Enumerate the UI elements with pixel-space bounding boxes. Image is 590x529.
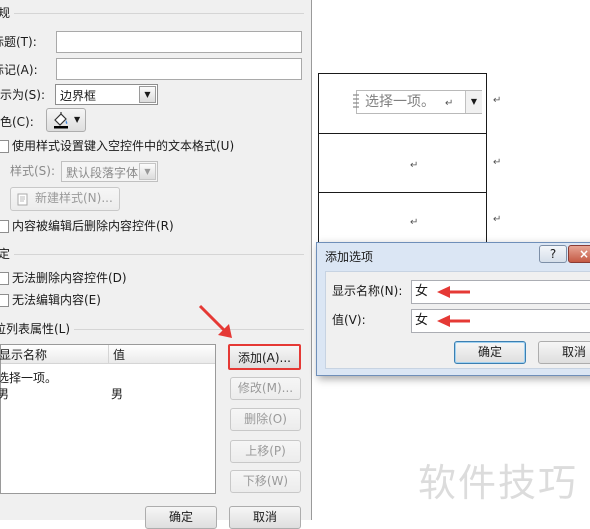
dropdown-chevron-down-icon[interactable]: ▼ [465, 91, 482, 113]
paragraph-mark: ↵ [410, 217, 419, 228]
style-dropdown[interactable]: 默认段落字体 ▼ [61, 161, 158, 182]
new-style-button[interactable]: 新建样式(N)... [10, 187, 120, 211]
style-value: 默认段落字体 [66, 166, 139, 180]
dropdown-list-box[interactable]: 显示名称 值 选择一项。 男 男 [0, 344, 216, 494]
color-label: 颜色(C): [0, 115, 34, 129]
paragraph-mark: ↵ [493, 157, 502, 168]
move-down-button[interactable]: 下移(W) [230, 470, 301, 493]
ok-button[interactable]: 确定 [145, 506, 217, 529]
general-section-heading: 规 [0, 6, 11, 20]
display-name-label: 显示名称(N): [332, 284, 403, 298]
title-label: 标题(T): [0, 35, 37, 49]
title-input[interactable] [56, 31, 302, 53]
list-section-heading: 拉列表属性(L) [0, 322, 71, 336]
no-edit-checkbox[interactable] [0, 294, 9, 307]
color-picker-button[interactable]: ▼ [46, 108, 86, 132]
new-style-icon [17, 193, 28, 206]
list-header-value: 值 [113, 348, 126, 362]
table-border-right [486, 73, 487, 248]
paragraph-mark: ↵ [445, 98, 454, 109]
pointer-arrow-icon [437, 286, 470, 298]
list-item-name: 男 [0, 387, 10, 401]
pointer-arrow-icon [198, 304, 232, 338]
add-option-dialog: 添加选项 ? × 显示名称(N): 女 值(V): 女 确定 取消 [316, 242, 590, 376]
add-option-cancel-button[interactable]: 取消 [538, 341, 590, 364]
delete-button[interactable]: 删除(O) [230, 408, 301, 431]
remove-after-edit-checkbox[interactable] [0, 220, 9, 233]
table-border-row1 [318, 133, 486, 134]
lock-section-divider [14, 254, 304, 255]
paint-bucket-icon [54, 112, 68, 129]
table-border-row2 [318, 192, 486, 193]
general-section-divider [14, 13, 304, 14]
dropdown-content-control[interactable]: 选择一项。 ↵ ▼ [353, 90, 482, 114]
no-edit-label: 无法编辑内容(E) [12, 293, 101, 307]
tag-label: 标记(A): [0, 63, 38, 77]
help-button[interactable]: ? [539, 245, 567, 263]
new-style-label: 新建样式(N)... [35, 191, 113, 205]
show-as-label: 显示为(S): [0, 88, 46, 102]
use-style-checkbox[interactable] [0, 140, 9, 153]
close-button[interactable]: × [568, 245, 590, 263]
show-as-value: 边界框 [60, 89, 97, 103]
content-control-properties-dialog: 规 标题(T): 标记(A): 显示为(S): 边界框 ▼ 颜色(C): ▼ 使… [0, 0, 312, 529]
watermark: 软件技巧 [418, 461, 579, 505]
control-handle[interactable] [353, 94, 359, 110]
add-button[interactable]: 添加(A)... [228, 344, 301, 370]
remove-after-edit-label: 内容被编辑后删除内容控件(R) [12, 219, 174, 233]
show-as-dropdown[interactable]: 边界框 ▼ [55, 84, 158, 105]
chevron-down-icon: ▼ [139, 86, 156, 103]
no-delete-label: 无法删除内容控件(D) [12, 271, 127, 285]
pointer-arrow-icon [437, 315, 470, 327]
dropdown-placeholder: 选择一项。 [365, 94, 435, 110]
move-up-button[interactable]: 上移(P) [230, 440, 301, 463]
modify-button[interactable]: 修改(M)... [230, 377, 301, 400]
display-name-value: 女 [415, 284, 429, 299]
no-delete-checkbox[interactable] [0, 272, 9, 285]
list-item-name: 选择一项。 [0, 371, 58, 385]
close-icon: × [579, 247, 590, 261]
list-item-value: 男 [111, 387, 124, 401]
style-chevron-down-icon: ▼ [139, 163, 156, 180]
add-option-ok-button[interactable]: 确定 [454, 341, 526, 364]
use-style-label: 使用样式设置键入空控件中的文本格式(U) [12, 139, 235, 153]
lock-section-heading: 定 [0, 247, 11, 261]
table-border-left [318, 73, 319, 248]
paragraph-mark: ↵ [493, 95, 502, 106]
list-header-name: 显示名称 [0, 348, 48, 362]
list-header-divider [108, 345, 109, 363]
color-chevron-down-icon: ▼ [74, 115, 81, 124]
dialog-title: 添加选项 [325, 250, 374, 264]
value-label: 值(V): [332, 313, 366, 327]
table-border-top [318, 73, 486, 74]
list-header: 显示名称 值 [0, 345, 215, 364]
list-section-divider [74, 329, 304, 330]
paragraph-mark: ↵ [410, 160, 419, 171]
paragraph-mark: ↵ [493, 214, 502, 225]
cancel-button[interactable]: 取消 [229, 506, 301, 529]
tag-input[interactable] [56, 58, 302, 80]
list-item[interactable]: 男 男 [0, 386, 215, 402]
style-label: 样式(S): [10, 164, 56, 178]
value-value: 女 [415, 313, 429, 328]
list-item[interactable]: 选择一项。 [0, 370, 215, 386]
